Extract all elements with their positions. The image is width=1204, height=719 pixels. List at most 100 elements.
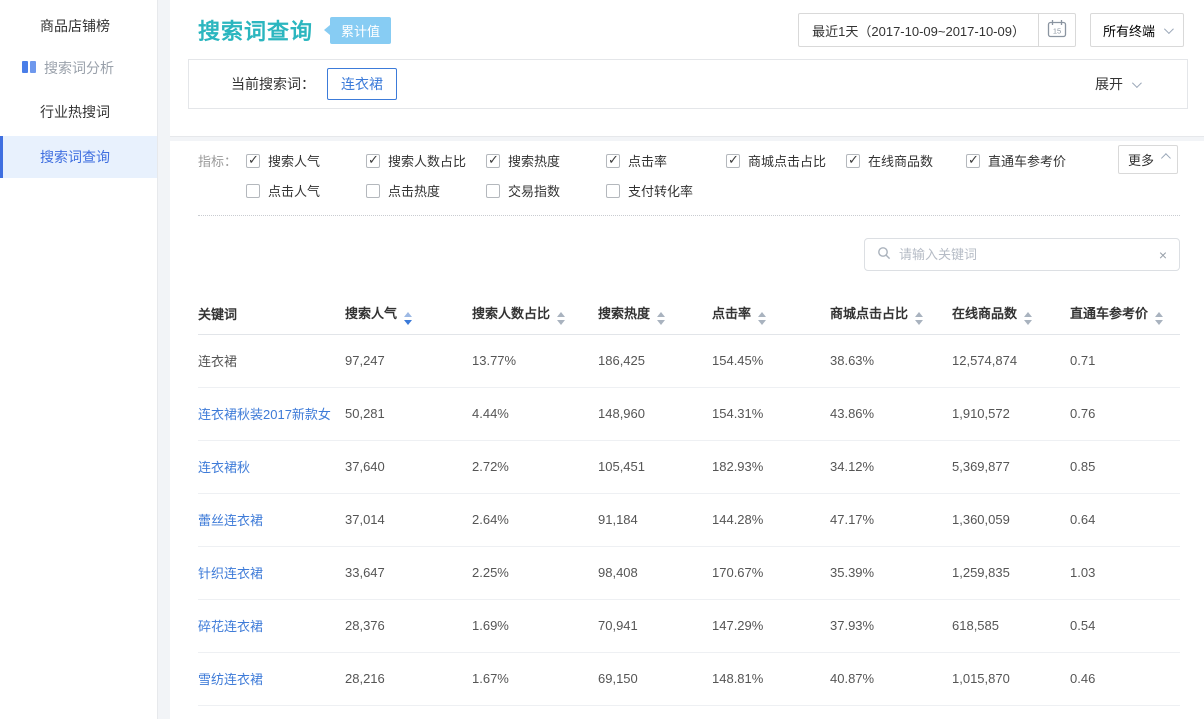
table-row: 连衣裙秋装2017新款女 50,281 4.44% 148,960 154.31… bbox=[198, 387, 1180, 440]
cell-search-popularity: 97,247 bbox=[345, 334, 472, 387]
cell-click-rate: 170.67% bbox=[712, 546, 830, 599]
metric-checkbox-online-items[interactable]: 在线商品数 bbox=[846, 151, 966, 170]
current-term-label: 当前搜索词： bbox=[231, 74, 315, 94]
sidebar-item-product-shop-rank[interactable]: 商品店铺榜 bbox=[0, 6, 157, 46]
sidebar-item-industry-hot-words[interactable]: 行业热搜词 bbox=[0, 92, 157, 132]
header-panel: 搜索词查询 累计值 最近1天（2017-10-09~2017-10-09） 15… bbox=[170, 0, 1204, 137]
current-term-filter-box: 当前搜索词： 连衣裙 展开 bbox=[188, 59, 1188, 109]
chevron-up-icon bbox=[1161, 153, 1171, 163]
checkbox-icon bbox=[726, 154, 740, 168]
cell-online-items: 1,259,835 bbox=[952, 546, 1070, 599]
cell-ztc-ref-price: 0.64 bbox=[1070, 493, 1180, 546]
cell-searcher-pct: 2.25% bbox=[472, 546, 598, 599]
cell-online-items: 618,585 bbox=[952, 599, 1070, 652]
svg-text:15: 15 bbox=[1053, 27, 1061, 36]
cell-search-popularity: 28,376 bbox=[345, 599, 472, 652]
dotted-divider bbox=[198, 215, 1180, 216]
keyword-table: 关键词 搜索人气 搜索人数占比 搜索热度 点击率 商城点击占 bbox=[198, 294, 1180, 706]
checkbox-icon bbox=[246, 184, 260, 198]
current-term-tag[interactable]: 连衣裙 bbox=[327, 68, 397, 100]
cell-mall-click-pct: 37.93% bbox=[830, 599, 952, 652]
keyword-link[interactable]: 连衣裙秋装2017新款女 bbox=[198, 407, 331, 422]
metric-checkbox-search-heat[interactable]: 搜索热度 bbox=[486, 151, 606, 170]
metric-checkbox-click-heat[interactable]: 点击热度 bbox=[366, 181, 486, 200]
page-title: 搜索词查询 bbox=[198, 14, 313, 46]
sidebar-item-search-word-query[interactable]: 搜索词查询 bbox=[0, 136, 157, 178]
cell-search-heat: 69,150 bbox=[598, 652, 712, 705]
keyword-search-input[interactable] bbox=[899, 247, 1151, 262]
cell-click-rate: 144.28% bbox=[712, 493, 830, 546]
checkbox-icon bbox=[606, 154, 620, 168]
keyword-link[interactable]: 连衣裙秋 bbox=[198, 460, 250, 475]
metric-checkbox-pay-conversion[interactable]: 支付转化率 bbox=[606, 181, 726, 200]
sort-icon[interactable] bbox=[404, 312, 412, 325]
sidebar-section-label: 搜索词分析 bbox=[44, 58, 114, 78]
cell-mall-click-pct: 40.87% bbox=[830, 652, 952, 705]
cell-ztc-ref-price: 0.46 bbox=[1070, 652, 1180, 705]
expand-label: 展开 bbox=[1095, 74, 1123, 94]
cell-click-rate: 154.45% bbox=[712, 334, 830, 387]
date-range-button[interactable]: 最近1天（2017-10-09~2017-10-09） bbox=[798, 13, 1039, 47]
metric-checkbox-searcher-pct[interactable]: 搜索人数占比 bbox=[366, 151, 486, 170]
table-row: 针织连衣裙 33,647 2.25% 98,408 170.67% 35.39%… bbox=[198, 546, 1180, 599]
cell-ztc-ref-price: 1.03 bbox=[1070, 546, 1180, 599]
keyword-link[interactable]: 针织连衣裙 bbox=[198, 566, 263, 581]
sort-icon[interactable] bbox=[1024, 312, 1032, 325]
column-header-search-heat[interactable]: 搜索热度 bbox=[598, 294, 712, 334]
sort-icon[interactable] bbox=[657, 312, 665, 325]
column-header-searcher-pct[interactable]: 搜索人数占比 bbox=[472, 294, 598, 334]
column-header-search-popularity[interactable]: 搜索人气 bbox=[345, 294, 472, 334]
checkbox-icon bbox=[246, 154, 260, 168]
cell-search-heat: 105,451 bbox=[598, 440, 712, 493]
clear-icon[interactable]: × bbox=[1159, 248, 1167, 262]
cell-ztc-ref-price: 0.71 bbox=[1070, 334, 1180, 387]
metric-checkbox-click-rate[interactable]: 点击率 bbox=[606, 151, 726, 170]
cell-click-rate: 182.93% bbox=[712, 440, 830, 493]
keyword-link[interactable]: 蕾丝连衣裙 bbox=[198, 513, 263, 528]
chevron-down-icon bbox=[1164, 24, 1174, 34]
keyword-link[interactable]: 雪纺连衣裙 bbox=[198, 672, 263, 687]
table-row: 雪纺连衣裙 28,216 1.67% 69,150 148.81% 40.87%… bbox=[198, 652, 1180, 705]
metric-checkbox-search-popularity[interactable]: 搜索人气 bbox=[246, 151, 366, 170]
terminal-select[interactable]: 所有终端 bbox=[1090, 13, 1184, 47]
metric-checkbox-mall-click-pct[interactable]: 商城点击占比 bbox=[726, 151, 846, 170]
column-header-mall-click-pct[interactable]: 商城点击占比 bbox=[830, 294, 952, 334]
chevron-down-icon bbox=[1132, 78, 1142, 88]
metrics-label: 指标： bbox=[198, 151, 246, 170]
checkbox-icon bbox=[606, 184, 620, 198]
column-header-click-rate[interactable]: 点击率 bbox=[712, 294, 830, 334]
metrics-area: 指标： 搜索人气 搜索人数占比 搜索热度 点击率 商城点击占比 bbox=[170, 141, 1204, 200]
metric-checkbox-click-popularity[interactable]: 点击人气 bbox=[246, 181, 366, 200]
sort-icon[interactable] bbox=[915, 312, 923, 325]
cell-click-rate: 148.81% bbox=[712, 652, 830, 705]
cell-online-items: 1,910,572 bbox=[952, 387, 1070, 440]
sort-icon[interactable] bbox=[1155, 312, 1163, 325]
keyword-link[interactable]: 碎花连衣裙 bbox=[198, 619, 263, 634]
cell-mall-click-pct: 34.12% bbox=[830, 440, 952, 493]
cell-ztc-ref-price: 0.54 bbox=[1070, 599, 1180, 652]
calendar-icon: 15 bbox=[1047, 19, 1067, 41]
sidebar-section-search-word-analysis[interactable]: 搜索词分析 bbox=[0, 48, 157, 88]
more-button[interactable]: 更多 bbox=[1118, 145, 1178, 174]
expand-toggle[interactable]: 展开 bbox=[1095, 74, 1139, 94]
cell-search-heat: 186,425 bbox=[598, 334, 712, 387]
cell-search-popularity: 33,647 bbox=[345, 546, 472, 599]
sort-icon[interactable] bbox=[557, 312, 565, 325]
column-header-ztc-ref-price[interactable]: 直通车参考价 bbox=[1070, 294, 1180, 334]
metric-checkbox-ztc-ref-price[interactable]: 直通车参考价 bbox=[966, 151, 1106, 170]
checkbox-icon bbox=[966, 154, 980, 168]
cell-search-heat: 91,184 bbox=[598, 493, 712, 546]
column-header-online-items[interactable]: 在线商品数 bbox=[952, 294, 1070, 334]
metrics-row-1: 指标： 搜索人气 搜索人数占比 搜索热度 点击率 商城点击占比 bbox=[198, 151, 1180, 170]
analysis-book-icon bbox=[21, 60, 37, 77]
cell-click-rate: 147.29% bbox=[712, 599, 830, 652]
cell-search-popularity: 37,640 bbox=[345, 440, 472, 493]
calendar-button[interactable]: 15 bbox=[1038, 13, 1076, 47]
cell-searcher-pct: 1.69% bbox=[472, 599, 598, 652]
checkbox-icon bbox=[486, 184, 500, 198]
sort-icon[interactable] bbox=[758, 312, 766, 325]
metric-checkbox-trade-index[interactable]: 交易指数 bbox=[486, 181, 606, 200]
cell-ztc-ref-price: 0.85 bbox=[1070, 440, 1180, 493]
terminal-select-value: 所有终端 bbox=[1103, 21, 1155, 40]
cell-search-heat: 148,960 bbox=[598, 387, 712, 440]
